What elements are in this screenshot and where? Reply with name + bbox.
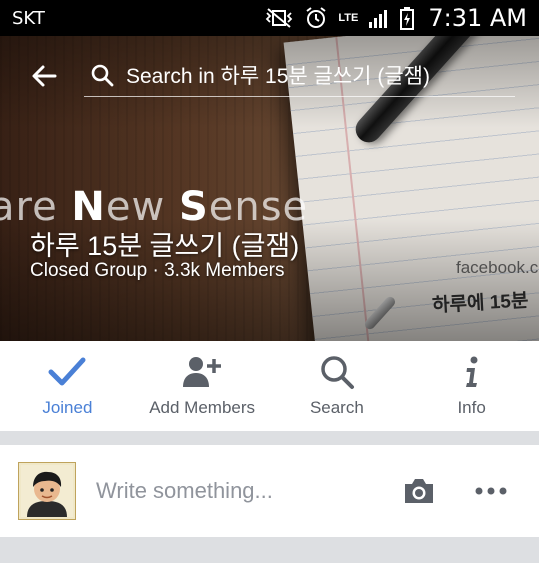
back-arrow-icon (32, 65, 57, 87)
joined-button[interactable]: Joined (0, 341, 135, 431)
group-title: 하루 15분 글쓰기 (글잼) (30, 231, 300, 261)
clock: 7:31 AM (428, 4, 527, 32)
post-composer: Write something... (0, 445, 539, 537)
search-button[interactable]: Search (270, 341, 405, 431)
more-options-button[interactable] (469, 469, 513, 513)
add-members-label: Add Members (149, 398, 256, 417)
status-bar: SKT LTE 7:31 AM (0, 0, 539, 36)
group-meta[interactable]: Closed Group · 3.3k Members (30, 260, 285, 282)
avatar[interactable] (18, 462, 76, 520)
info-label: Info (457, 398, 486, 417)
search-label: Search (309, 398, 364, 417)
lte-label: LTE (338, 12, 359, 24)
joined-label: Joined (42, 398, 93, 417)
add-person-icon (182, 354, 222, 390)
vibrate-mute-icon (264, 7, 294, 29)
info-icon (462, 354, 482, 390)
more-dots-icon (475, 487, 507, 495)
add-members-button[interactable]: Add Members (135, 341, 270, 431)
check-icon (47, 354, 87, 390)
search-icon (319, 354, 355, 390)
top-search-row: Search in 하루 15분 글쓰기 (글잼) (0, 54, 539, 98)
search-placeholder: Search in 하루 15분 글쓰기 (글잼) (126, 65, 430, 88)
camera-button[interactable] (397, 469, 441, 513)
status-icons: LTE 7:31 AM (264, 4, 527, 32)
carrier-label: SKT (12, 7, 45, 29)
lte-indicator: LTE (338, 12, 359, 24)
info-button[interactable]: Info (404, 341, 539, 431)
cover-photo[interactable]: are New Sense facebook.c 하루에 15분 Search … (0, 36, 539, 341)
search-icon (90, 63, 114, 87)
cover-handwriting: 하루에 15분 (431, 290, 529, 317)
group-action-bar: Joined Add Members Search Info (0, 341, 539, 431)
back-button[interactable] (22, 54, 66, 98)
battery-icon (400, 6, 415, 30)
cover-watermark: facebook.c (456, 258, 539, 277)
alarm-icon (304, 6, 328, 30)
group-search-input[interactable]: Search in 하루 15분 글쓰기 (글잼) (84, 54, 515, 97)
write-something-input[interactable]: Write something... (96, 478, 397, 504)
camera-icon (405, 479, 433, 503)
signal-icon (368, 7, 390, 29)
avatar-image (21, 465, 73, 517)
